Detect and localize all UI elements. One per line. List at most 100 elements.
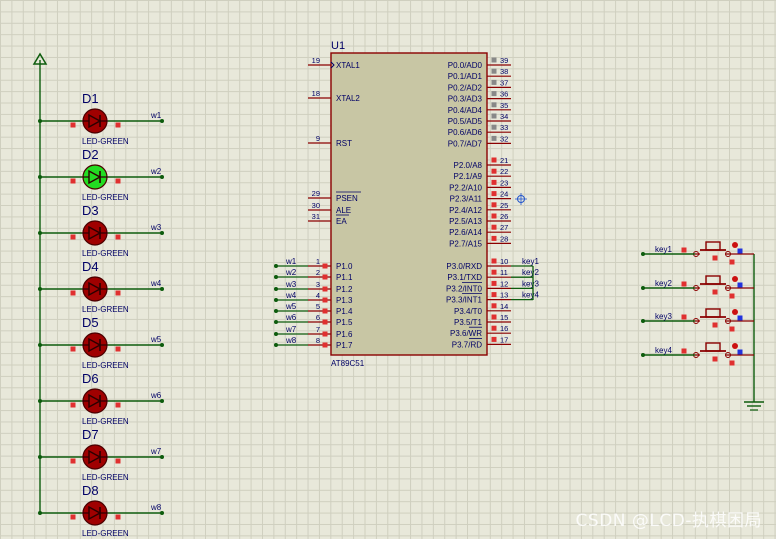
switch-indicator [732, 343, 738, 349]
net-label: key2 [655, 279, 672, 288]
net-end [160, 455, 164, 459]
net-label: w7 [285, 325, 297, 334]
led-type: LED-GREEN [82, 473, 129, 482]
pin-marker [322, 342, 328, 348]
junction-dot [274, 298, 278, 302]
pin-marker [491, 235, 497, 241]
net-end [160, 287, 164, 291]
pin-marker [729, 360, 735, 366]
pin-marker [115, 234, 121, 240]
led-type: LED-GREEN [82, 249, 129, 258]
chip-pin-label: P2.3/A11 [450, 195, 483, 204]
pin-marker [491, 135, 497, 141]
chip-pin-label: P1.7 [336, 341, 353, 350]
pin-marker [322, 331, 328, 337]
chip-pin-label: P2.1/A9 [454, 172, 483, 181]
pin-marker [70, 178, 76, 184]
led-ref: D2 [82, 147, 99, 162]
chip-pin-label: P1.4 [336, 307, 353, 316]
junction-dot [274, 343, 278, 347]
switch-cap [705, 308, 721, 318]
chip-pin-number: 13 [500, 291, 508, 300]
net-label: key1 [655, 245, 672, 254]
pin-marker [491, 258, 497, 264]
pin-marker [681, 281, 687, 287]
pin-marker [491, 280, 497, 286]
chip-pin-number: 14 [500, 302, 508, 311]
chip-pin-number: 11 [500, 268, 508, 277]
switch-indicator [732, 309, 738, 315]
pin-marker [737, 282, 743, 288]
pin-marker [491, 303, 497, 309]
junction-dot [274, 287, 278, 291]
junction-dot [274, 332, 278, 336]
pin-marker [322, 297, 328, 303]
pin-marker [491, 336, 497, 342]
switch-cap [705, 275, 721, 285]
led-ref: D4 [82, 259, 99, 274]
chip-pin-number: 27 [500, 223, 508, 232]
led-type: LED-GREEN [82, 361, 129, 370]
junction-dot [274, 309, 278, 313]
chip-pin-label: P3.0/RXD [446, 262, 482, 271]
junction-dot [274, 264, 278, 268]
led-type: LED-GREEN [82, 137, 129, 146]
net-end [160, 343, 164, 347]
switch-indicator [732, 242, 738, 248]
chip-pin-number: 32 [500, 134, 508, 143]
led-ref: D6 [82, 371, 99, 386]
pin-marker [729, 326, 735, 332]
pin-marker [70, 346, 76, 352]
switch-cap [705, 342, 721, 352]
switch-cap [705, 241, 721, 251]
chip-pin-number: 21 [500, 156, 508, 165]
pin-marker [491, 224, 497, 230]
chip-pin-number: 9 [316, 134, 320, 143]
pin-marker [737, 349, 743, 355]
chip-pin-label: P1.0 [336, 262, 353, 271]
chip-pin-number: 7 [316, 325, 320, 334]
net-label: w5 [285, 302, 297, 311]
pin-marker [115, 402, 121, 408]
led-type: LED-GREEN [82, 305, 129, 314]
chip-pin-number: 5 [316, 302, 320, 311]
chip-pin-number: 19 [312, 56, 320, 65]
chip-pin-number: 23 [500, 178, 508, 187]
chip-pin-number: 34 [500, 112, 508, 121]
pin-marker [491, 314, 497, 320]
chip-pin-label: XTAL1 [336, 61, 360, 70]
net-label: w1 [285, 257, 297, 266]
pin-marker [681, 247, 687, 253]
chip-pin-label: P3.6/WR [450, 329, 482, 338]
pin-marker [681, 348, 687, 354]
chip-pin-label: P3.7/RD [452, 340, 482, 349]
pin-marker [491, 102, 497, 108]
chip-pin-label: P0.6/AD6 [448, 128, 483, 137]
chip-pin-label: RST [336, 139, 352, 148]
pin-marker [322, 308, 328, 314]
pin-marker [70, 122, 76, 128]
led-type: LED-GREEN [82, 193, 129, 202]
chip-pin-label: P0.0/AD0 [448, 61, 483, 70]
chip-pin-number: 25 [500, 201, 508, 210]
chip-pin-number: 2 [316, 268, 320, 277]
chip-pin-number: 30 [312, 201, 320, 210]
chip-pin-number: 38 [500, 67, 508, 76]
schematic-canvas[interactable]: U1 AT89C51 19 XTAL1 18 XTAL2 9 RST 29 PSEN 30 ALE 31… [0, 0, 776, 539]
pin-marker [491, 157, 497, 163]
net-label: w8 [150, 503, 162, 512]
chip-pin-number: 28 [500, 234, 508, 243]
pin-marker [491, 57, 497, 63]
pin-marker [737, 248, 743, 254]
ground-icon [744, 401, 764, 411]
chip-pin-label: P1.3 [336, 296, 353, 305]
pin-marker [491, 124, 497, 130]
pin-marker [322, 319, 328, 325]
chip-pin-number: 24 [500, 190, 508, 199]
chip-pin-label: P3.1/TXD [447, 273, 482, 282]
chip-pin-label: P3.3/INT1 [446, 296, 483, 305]
pin-marker [491, 91, 497, 97]
net-end [160, 175, 164, 179]
pin-marker [491, 269, 497, 275]
net-label: w6 [285, 313, 297, 322]
